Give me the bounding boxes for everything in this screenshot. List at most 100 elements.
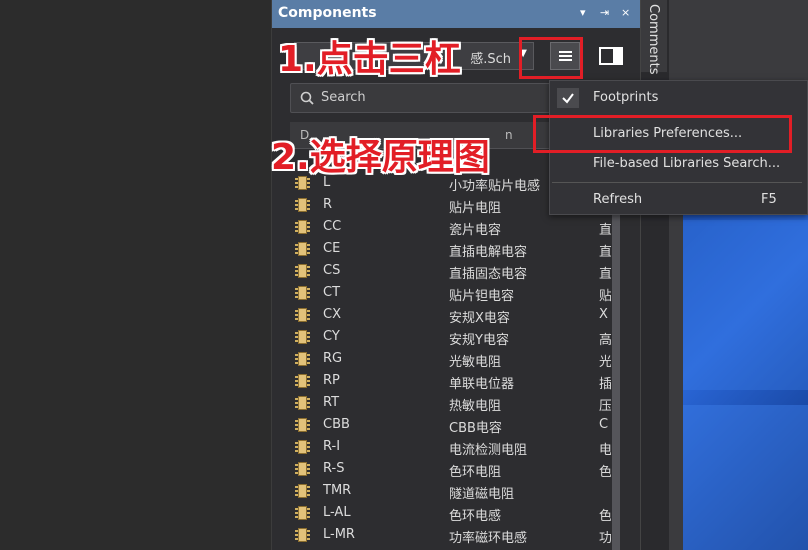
component-extra: 功 [599,531,611,546]
component-designator: CC [323,219,342,234]
component-icon [294,527,310,543]
component-designator: TMR [323,483,352,498]
desktop-wallpaper [683,180,808,550]
component-designator: L-MR [323,527,355,542]
component-description: 单联电位器 [449,377,515,392]
component-description: 直插固态电容 [449,267,528,282]
library-select-value: 感.Sch [470,52,511,67]
component-row[interactable]: TMR 隧道磁电阻 [290,480,612,502]
component-description: 安规Y电容 [449,333,509,348]
component-icon [294,505,310,521]
menu-item-shortcut: F5 [761,192,777,207]
component-extra: C [599,417,609,432]
component-designator: R-S [323,461,345,476]
component-row[interactable]: CC 瓷片电容 直 [290,216,612,238]
search-icon [300,91,314,105]
component-designator: CX [323,307,341,322]
component-description: 色环电感 [449,509,502,524]
menu-item-label: File-based Libraries Search... [593,156,781,171]
component-description: 功率磁环电感 [449,531,528,546]
component-row[interactable]: RP 单联电位器 插 [290,370,612,392]
component-designator: CBB [323,417,350,432]
annotation-step2: 2.选择原理图 [271,137,490,178]
menu-item-label: Footprints [593,90,659,105]
component-designator: CT [323,285,341,300]
component-extra: 色 [599,465,611,480]
component-row[interactable]: L-MR 功率磁环电感 功 [290,524,612,546]
component-extra: 直 [599,223,611,238]
component-row[interactable]: CY 安规Y电容 高 [290,326,612,348]
component-description: 贴片钽电容 [449,289,515,304]
component-icon [294,197,310,213]
pin-icon[interactable]: ⇥ [600,6,609,19]
component-extra: 直 [599,267,611,282]
component-extra: 压 [599,399,611,414]
component-row[interactable]: CT 贴片钽电容 贴 [290,282,612,304]
left-empty-area [0,0,271,550]
component-designator: RT [323,395,340,410]
column-description[interactable]: n [505,128,513,142]
component-row[interactable]: RT 热敏电阻 压 [290,392,612,414]
highlight-box-menu-button [519,37,583,79]
component-designator: CS [323,263,341,278]
scrollbar-thumb[interactable] [612,172,620,550]
component-icon [294,307,310,323]
panel-title: Components [278,5,377,21]
component-description: 瓷片电容 [449,223,502,238]
component-description: CBB电容 [449,421,502,436]
component-designator: R-I [323,439,341,454]
component-icon [294,241,310,257]
split-view-icon [599,47,623,65]
component-row[interactable]: R-I 电流检测电阻 电 [290,436,612,458]
component-icon [294,351,310,367]
component-extra: X [599,307,608,322]
component-list: L 小功率贴片电感 R 贴片电阻 CC 瓷片电容直 CE 直插电解电容直 CS 直插固态电容直 CT… [290,172,612,546]
component-row[interactable]: CBB CBB电容 C [290,414,612,436]
menu-item-footprints[interactable]: Footprints [550,85,808,111]
component-row[interactable]: RG 光敏电阻 光 [290,348,612,370]
component-row[interactable]: R-S 色环电阻 色 [290,458,612,480]
component-description: 直插电解电容 [449,245,528,260]
component-description: 贴片电阻 [449,201,502,216]
component-description: 隧道磁电阻 [449,487,515,502]
component-row[interactable]: L-AL 色环电感 色 [290,502,612,524]
component-extra: 电 [599,443,611,458]
component-icon [294,373,310,389]
component-designator: R [323,197,333,212]
menu-item-file-based-search[interactable]: File-based Libraries Search... [550,151,808,177]
comments-tab-label: Comments [646,4,661,75]
comments-tab[interactable]: Comments [641,0,667,75]
details-toggle-button[interactable] [597,42,625,70]
component-extra: 贴 [599,289,611,304]
component-description: 电流检测电阻 [449,443,528,458]
component-designator: RP [323,373,340,388]
component-icon [294,263,310,279]
search-placeholder: Search [321,90,366,105]
component-description: 光敏电阻 [449,355,502,370]
menu-item-refresh[interactable]: Refresh F5 [550,187,808,213]
close-icon[interactable]: × [621,6,630,19]
component-extra: 光 [599,355,611,370]
check-icon [557,88,579,108]
panel-menu-icon[interactable]: ▾ [580,6,586,19]
scrollbar[interactable] [612,172,620,550]
annotation-step1: 1.点击三杠 [278,39,461,80]
component-icon [294,439,310,455]
component-icon [294,483,310,499]
menu-separator [552,182,802,183]
component-icon [294,417,310,433]
component-description: 热敏电阻 [449,399,502,414]
component-row[interactable]: CS 直插固态电容 直 [290,260,612,282]
wallpaper-pane [683,220,808,390]
component-row[interactable]: CX 安规X电容 X [290,304,612,326]
component-icon [294,395,310,411]
panel-titlebar: Components ▾ ⇥ × [272,0,641,28]
component-icon [294,285,310,301]
component-extra: 色 [599,509,611,524]
component-designator: L-AL [323,505,351,520]
component-icon [294,329,310,345]
highlight-box-preferences [533,115,792,153]
component-designator: CY [323,329,340,344]
component-row[interactable]: CE 直插电解电容 直 [290,238,612,260]
component-designator: CE [323,241,341,256]
